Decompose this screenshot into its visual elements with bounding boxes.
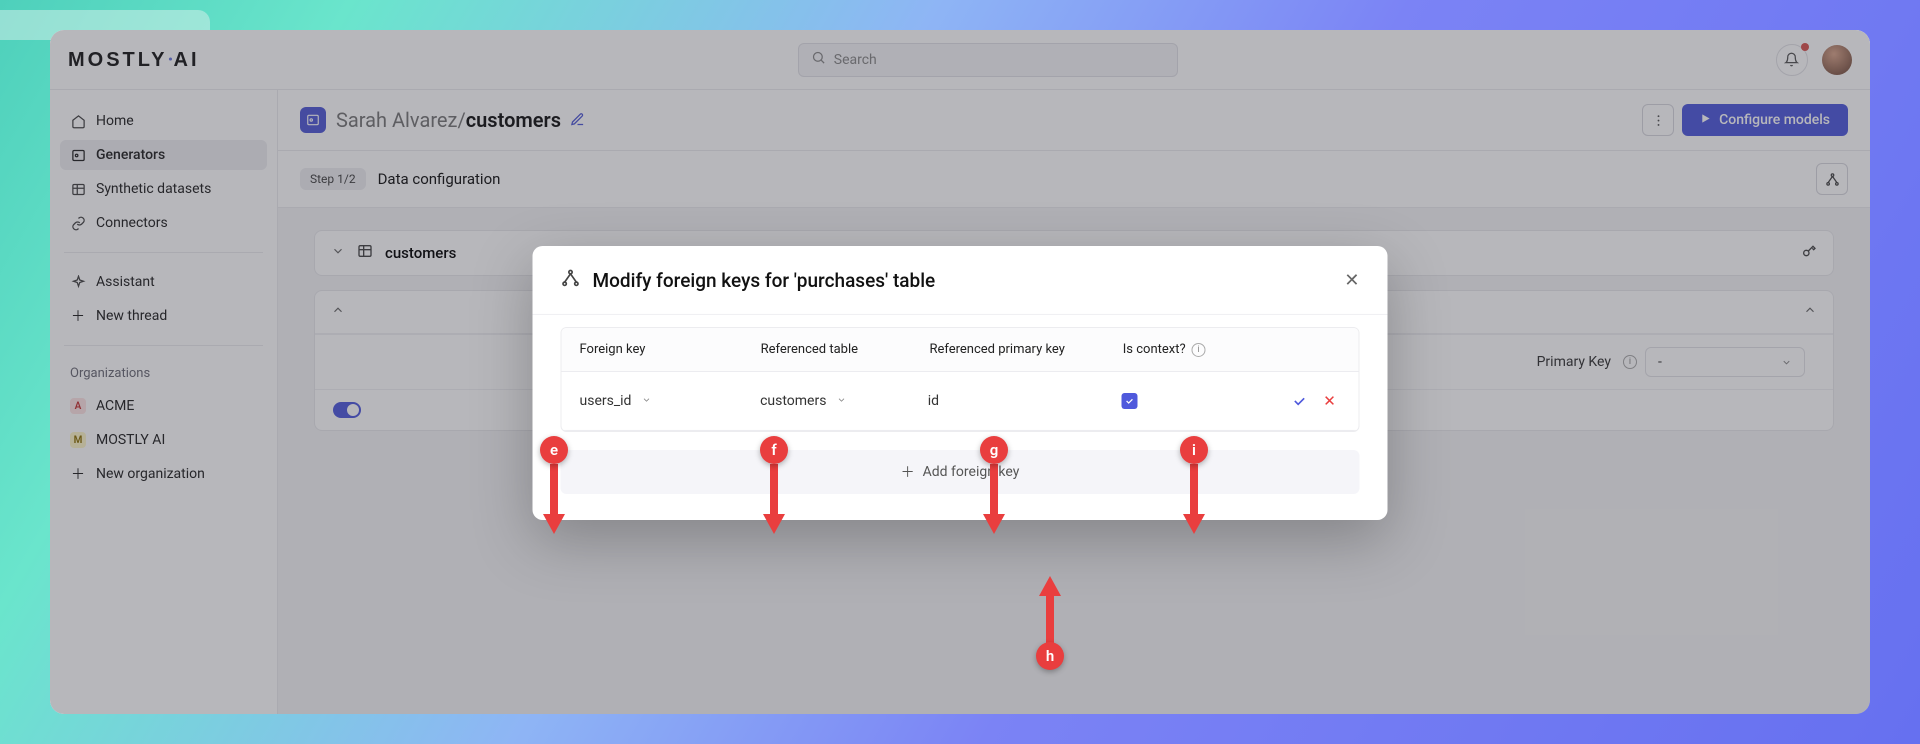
info-icon[interactable]: i	[1192, 342, 1206, 356]
fk-header-rt: Referenced table	[761, 342, 920, 357]
arrow-icon	[981, 464, 1007, 538]
fk-graph-icon	[561, 268, 581, 292]
fk-header-rpk: Referenced primary key	[929, 342, 1112, 357]
arrow-icon	[541, 464, 567, 538]
arrow-icon	[1037, 576, 1063, 650]
annotation-g: g	[980, 436, 1008, 464]
add-foreign-key-button[interactable]: ＋ Add foreign key	[561, 450, 1360, 494]
confirm-row-button[interactable]	[1289, 390, 1311, 412]
annotation-i: i	[1180, 436, 1208, 464]
chevron-down-icon	[641, 394, 651, 407]
close-icon[interactable]: ✕	[1344, 269, 1359, 290]
modify-fk-modal: Modify foreign keys for 'purchases' tabl…	[533, 246, 1388, 520]
arrow-icon	[761, 464, 787, 538]
annotation-h: h	[1036, 642, 1064, 670]
modal-title: Modify foreign keys for 'purchases' tabl…	[593, 268, 936, 291]
fk-header-fk: Foreign key	[580, 342, 751, 357]
remove-row-button[interactable]: ✕	[1319, 390, 1341, 412]
plus-icon: ＋	[901, 462, 915, 482]
arrow-icon	[1181, 464, 1207, 538]
referenced-pk: id	[928, 393, 1121, 409]
chevron-down-icon	[836, 394, 846, 407]
fk-table: Foreign key Referenced table Referenced …	[561, 327, 1360, 432]
referenced-table-select[interactable]: customers	[760, 393, 928, 409]
is-context-checkbox[interactable]	[1121, 393, 1137, 409]
annotation-f: f	[760, 436, 788, 464]
annotation-e: e	[540, 436, 568, 464]
fk-header-ctx: Is context?	[1123, 342, 1186, 357]
fk-select[interactable]: users_id	[580, 393, 761, 409]
